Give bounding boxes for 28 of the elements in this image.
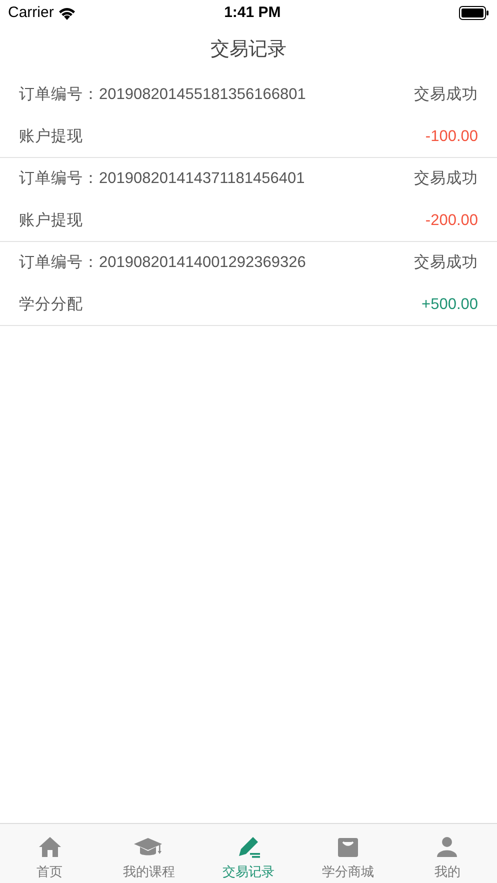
type-text: 账户提现 xyxy=(19,210,83,231)
person-icon xyxy=(435,834,460,858)
type-text: 学分分配 xyxy=(19,294,83,315)
tab-item[interactable]: 我的 xyxy=(398,824,497,883)
record-row[interactable]: 订单编号：201908201414371181456401 交易成功 账户提现 -200.00 xyxy=(0,158,497,242)
tab-item[interactable]: 我的课程 xyxy=(99,824,199,883)
record-row[interactable]: 订单编号：201908201414001292369326 交易成功 学分分配 +500.00 xyxy=(0,242,497,326)
status-text: 交易成功 xyxy=(414,169,478,190)
amount-text: -100.00 xyxy=(425,126,478,147)
carrier-text: Carrier xyxy=(8,2,54,23)
order-number-text: 订单编号：201908201414001292369326 xyxy=(19,253,306,274)
tab-item[interactable]: 学分商城 xyxy=(298,824,398,883)
clock-text: 1:41 PM xyxy=(224,2,281,23)
pencil-icon xyxy=(236,834,261,858)
amount-text: -200.00 xyxy=(425,210,478,231)
record-row[interactable]: 订单编号：201908201455181356166801 交易成功 账户提现 -100.00 xyxy=(0,74,497,158)
battery-icon xyxy=(458,6,489,20)
status-text: 交易成功 xyxy=(414,85,478,106)
page-title: 交易记录 xyxy=(210,38,286,62)
order-number-text: 订单编号：201908201455181356166801 xyxy=(19,85,306,106)
tab-item[interactable]: 交易记录 xyxy=(198,824,298,883)
order-number-text: 订单编号：201908201414371181456401 xyxy=(19,169,305,190)
wifi-icon xyxy=(58,6,76,20)
home-icon xyxy=(38,834,62,858)
tab-item[interactable]: 首页 xyxy=(0,824,100,883)
amount-text: +500.00 xyxy=(422,294,478,315)
type-text: 账户提现 xyxy=(19,126,83,147)
status-text: 交易成功 xyxy=(414,253,478,274)
